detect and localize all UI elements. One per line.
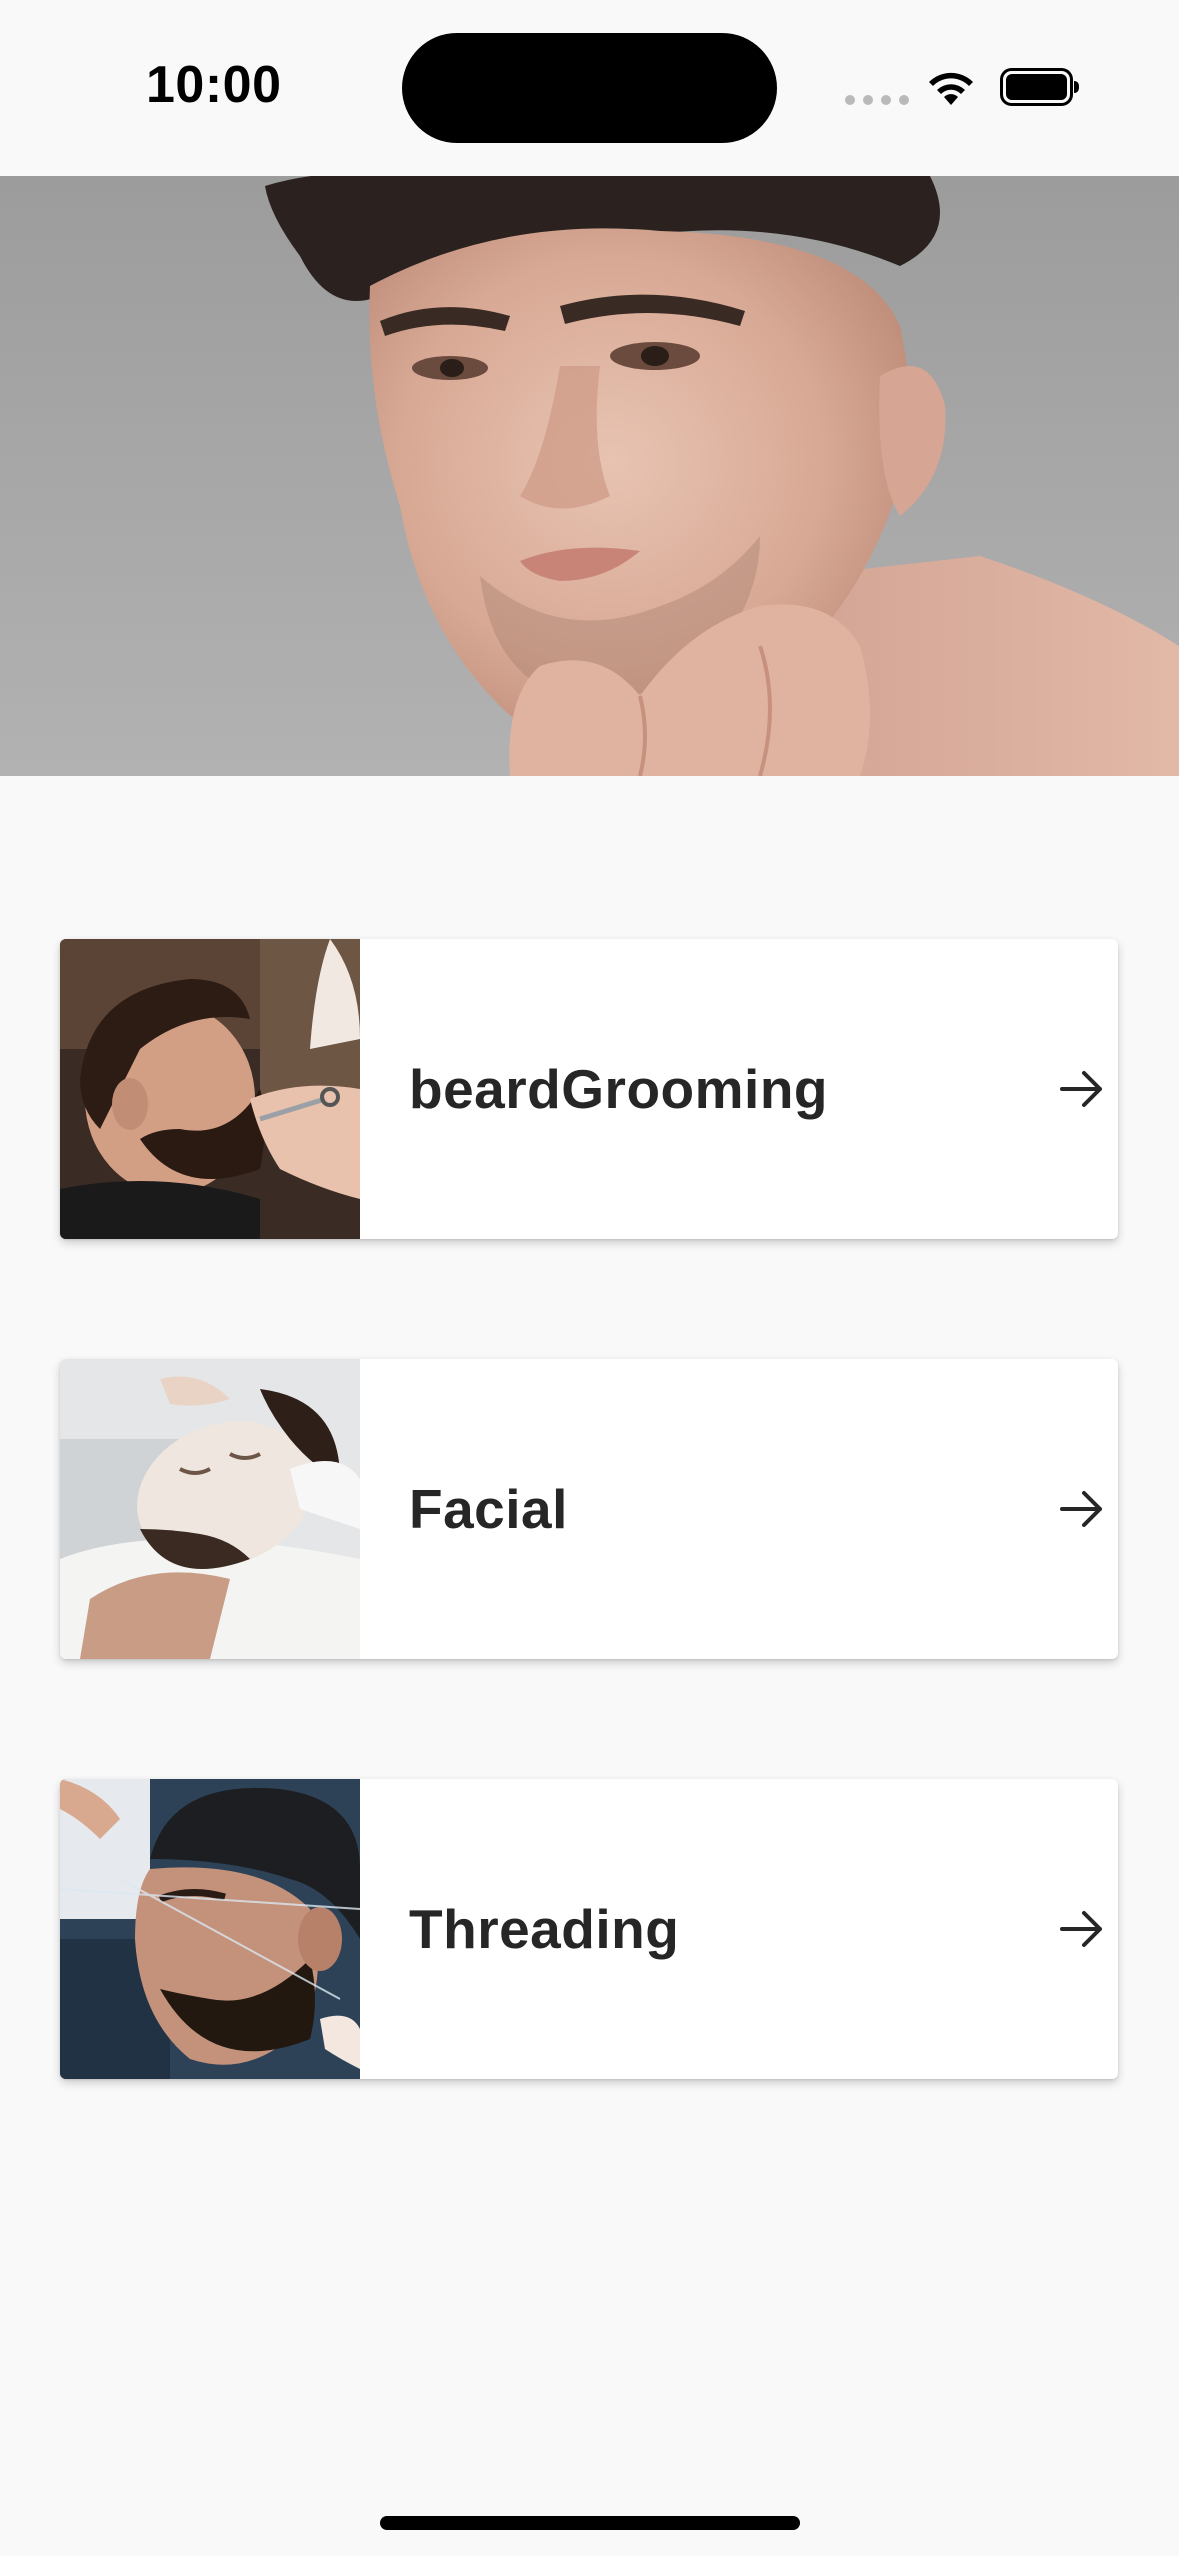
arrow-right-icon[interactable] — [1056, 1483, 1108, 1535]
wifi-icon — [929, 72, 973, 105]
facial-treatment-image — [60, 1359, 360, 1659]
beard-grooming-image — [60, 939, 360, 1239]
home-indicator[interactable] — [380, 2516, 800, 2530]
hero-image — [0, 176, 1179, 776]
service-title: Threading — [409, 1898, 680, 1960]
arrow-right-icon[interactable] — [1056, 1063, 1108, 1115]
status-time: 10:00 — [146, 56, 282, 114]
service-card-threading[interactable]: Threading — [60, 1779, 1118, 2079]
arrow-right-icon[interactable] — [1056, 1903, 1108, 1955]
battery-icon — [1000, 68, 1079, 106]
eyebrow-threading-image — [60, 1779, 360, 2079]
signal-dots-icon — [845, 95, 909, 105]
service-title: beardGrooming — [409, 1058, 829, 1120]
service-card-beard-grooming[interactable]: beardGrooming — [60, 939, 1118, 1239]
man-portrait-hero-image — [265, 176, 1179, 776]
dynamic-island — [402, 33, 777, 143]
service-card-facial[interactable]: Facial — [60, 1359, 1118, 1659]
service-title: Facial — [409, 1478, 568, 1540]
status-bar: 10:00 — [0, 0, 1179, 176]
